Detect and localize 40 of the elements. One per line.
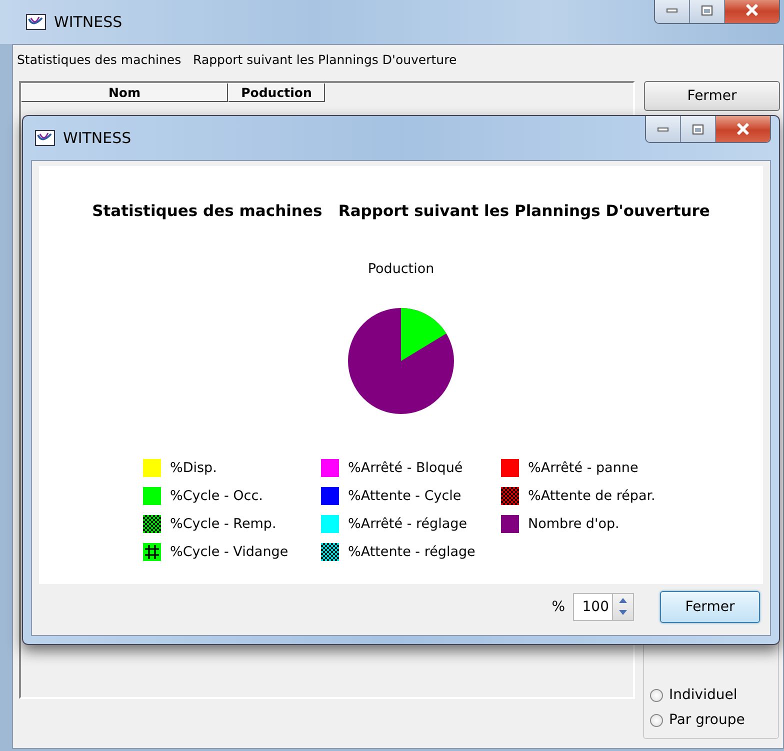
minimize-button[interactable] [646, 116, 681, 142]
window-title: WITNESS [63, 129, 132, 147]
maximize-icon [701, 4, 713, 16]
close-button[interactable]: Fermer [660, 591, 760, 623]
legend-label: %Attente - réglage [348, 544, 476, 560]
close-icon [736, 123, 750, 135]
maximize-icon [692, 124, 704, 134]
legend-label: %Arrêté - réglage [348, 516, 468, 532]
legend-label: %Cycle - Occ. [170, 488, 263, 504]
minimize-icon [666, 7, 678, 13]
radio-label[interactable]: Par groupe [669, 712, 745, 728]
maximize-button[interactable] [681, 116, 716, 142]
app-logo-icon [35, 130, 55, 146]
radio-label[interactable]: Individuel [669, 687, 738, 703]
window-title: WITNESS [54, 13, 122, 31]
close-button[interactable]: Fermer [644, 81, 780, 111]
maximize-button[interactable] [690, 0, 725, 23]
column-header[interactable]: Poduction [228, 83, 325, 102]
zoom-label: % [552, 599, 565, 615]
close-button[interactable] [725, 0, 779, 23]
chart-title: Poduction [366, 261, 436, 277]
column-header[interactable]: Nom [21, 83, 228, 102]
close-button[interactable] [716, 116, 770, 142]
minimize-icon [657, 126, 669, 132]
close-icon [745, 4, 759, 16]
app-logo-icon [26, 14, 46, 30]
radio-button[interactable] [650, 688, 663, 702]
radio-button[interactable] [650, 714, 663, 726]
zoom-field[interactable]: 100 [573, 593, 612, 621]
legend-label: %Arrêté - Bloqué [348, 460, 463, 476]
legend-label: %Cycle - Remp. [170, 516, 276, 532]
legend-label: %Attente de répar. [528, 488, 656, 504]
legend-label: %Arrêté - panne [528, 460, 638, 476]
legend-label: %Cycle - Vidange [170, 544, 288, 560]
legend-label: %Disp. [170, 460, 217, 476]
legend-label: %Attente - Cycle [348, 488, 462, 504]
minimize-button[interactable] [655, 0, 690, 23]
report-subtitle: Statistiques des machines Rapport suivant les Plannings D'ouverture [16, 51, 458, 69]
chart-heading: Statistiques des machines Rapport suivant les Plannings D'ouverture [91, 202, 711, 220]
legend-label: Nombre d'op. [528, 516, 620, 532]
